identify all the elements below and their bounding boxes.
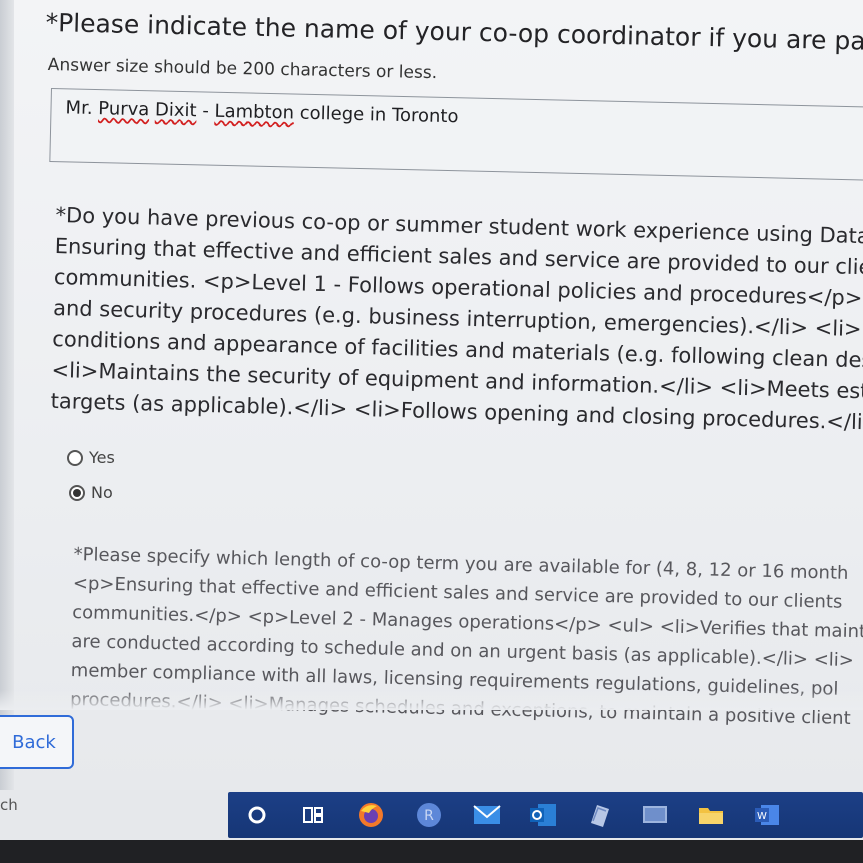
radio-no[interactable] [69, 484, 85, 501]
outlook-icon[interactable] [528, 800, 558, 830]
start-circle-icon[interactable] [242, 800, 272, 830]
mail-icon[interactable] [472, 800, 502, 830]
file-explorer-icon[interactable] [696, 800, 726, 830]
svg-text:R: R [424, 808, 434, 824]
question1-title: *Please indicate the name of your co-op … [45, 8, 863, 59]
option-yes-label: Yes [89, 448, 115, 467]
option-no[interactable]: No [69, 483, 113, 502]
option-yes[interactable]: Yes [67, 448, 115, 467]
spellcheck-word: Lambton [214, 100, 295, 124]
spellcheck-word: Dixit [154, 99, 197, 122]
r-app-icon[interactable]: R [414, 800, 444, 830]
question1-hint: Answer size should be 200 characters or … [47, 55, 438, 84]
word-icon[interactable]: W [752, 800, 782, 830]
svg-text:W: W [757, 811, 767, 822]
notes-icon[interactable] [584, 800, 614, 830]
coordinator-answer-field[interactable]: Mr. Purva Dixit - Lambton college in Tor… [49, 88, 863, 182]
spellcheck-word: Purva [98, 98, 150, 121]
option-no-label: No [91, 483, 113, 502]
radio-yes[interactable] [67, 449, 83, 466]
form-page: *Please indicate the name of your co-op … [0, 0, 863, 790]
desktop-icon[interactable] [640, 800, 670, 830]
task-view-icon[interactable] [298, 800, 328, 830]
back-button[interactable]: Back [0, 715, 74, 769]
scroll-fade [0, 690, 863, 710]
coordinator-answer-text: Mr. Purva Dixit - Lambton college in Tor… [65, 97, 459, 128]
question2-text: *Do you have previous co-op or summer st… [50, 200, 863, 440]
screen-bezel [0, 840, 863, 863]
taskbar-search-fragment[interactable]: ch [0, 796, 18, 814]
window-edge [0, 0, 14, 790]
firefox-icon[interactable] [356, 800, 386, 830]
